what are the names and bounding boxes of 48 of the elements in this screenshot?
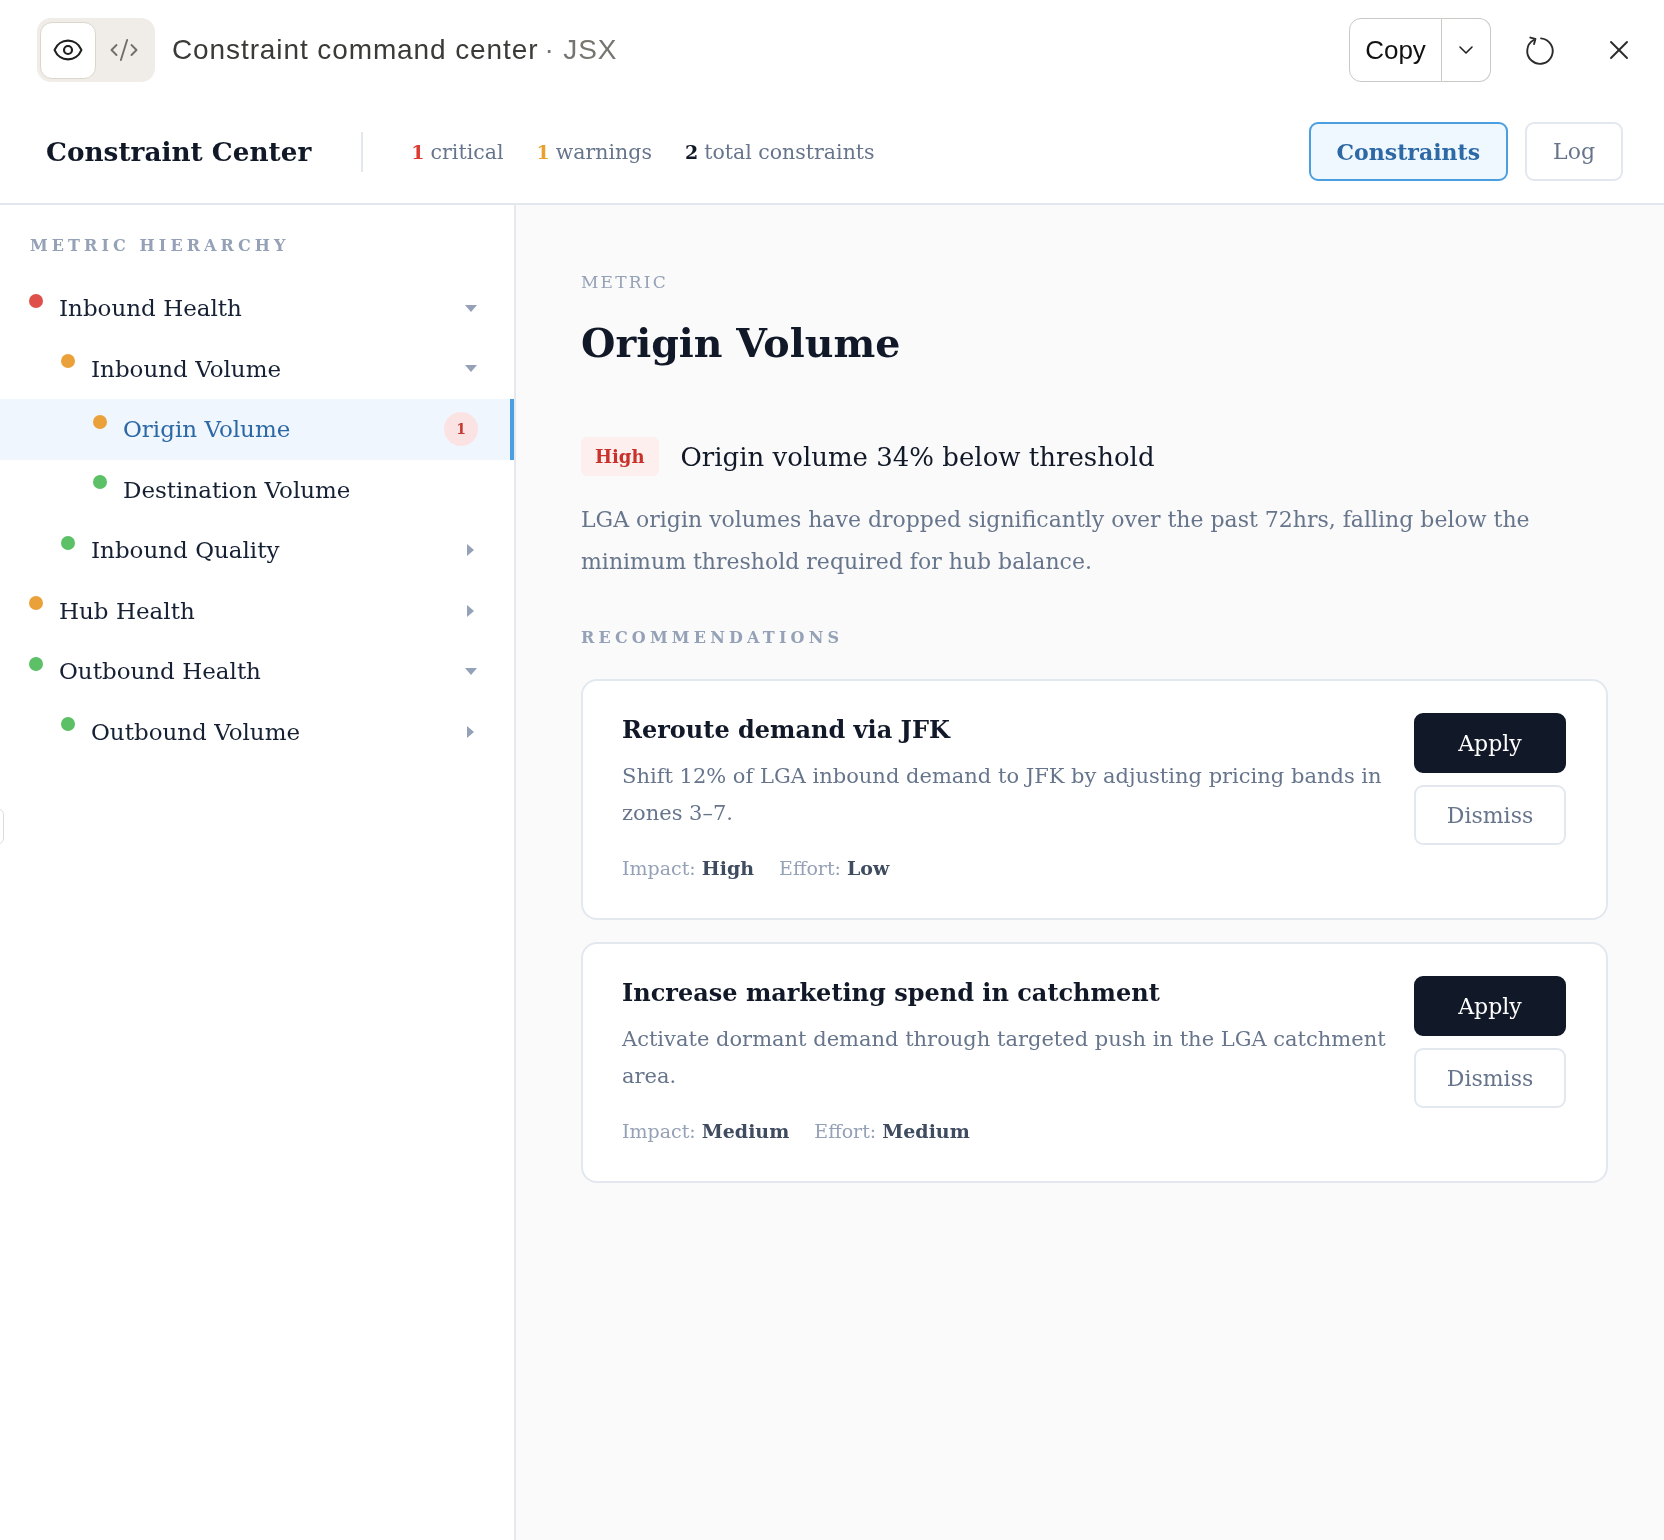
stat-label: critical bbox=[430, 139, 504, 164]
view-tab[interactable]: Log bbox=[1525, 122, 1623, 181]
recommendation-title: Increase marketing spend in catchment bbox=[622, 977, 1161, 1009]
apply-button[interactable]: Apply bbox=[1414, 976, 1566, 1036]
copy-options-button[interactable] bbox=[1442, 18, 1491, 82]
severity-badge: High bbox=[581, 437, 659, 476]
recommendation-description: Activate dormant demand through targeted push in the LGA catchment area. bbox=[622, 1026, 1386, 1090]
recommendation-description: Shift 12% of LGA inbound demand to JFK by adjusting pricing bands in zones 3–7. bbox=[622, 763, 1383, 827]
section-heading: RECOMMENDATIONS bbox=[581, 627, 845, 649]
caret-right-icon[interactable] bbox=[467, 604, 474, 617]
sidebar-heading: METRIC HIERARCHY bbox=[29, 235, 291, 257]
stat-count: 2 bbox=[684, 140, 699, 163]
preview-button[interactable] bbox=[40, 21, 96, 79]
caret-right-icon[interactable] bbox=[467, 544, 474, 557]
stat-label: warnings bbox=[555, 139, 652, 164]
copy-button[interactable]: Copy bbox=[1349, 18, 1442, 82]
document-title: Constraint command center bbox=[172, 34, 539, 66]
tree-item[interactable]: Inbound Quality bbox=[0, 520, 514, 581]
app-title: Constraint Center bbox=[46, 136, 312, 167]
caret-down-icon[interactable] bbox=[465, 667, 477, 675]
meta-text: Impact: High bbox=[622, 856, 754, 881]
meta-text: Effort: Medium bbox=[814, 1119, 970, 1144]
alert-headline: Origin volume 34% below threshold bbox=[680, 441, 1155, 472]
view-tab[interactable]: Constraints bbox=[1308, 122, 1509, 181]
caret-down-icon[interactable] bbox=[465, 304, 477, 312]
apply-button[interactable]: Apply bbox=[1414, 713, 1566, 773]
meta-text: Effort: Low bbox=[779, 856, 890, 881]
caret-down-icon[interactable] bbox=[465, 365, 477, 373]
stat-count: 1 bbox=[411, 140, 425, 163]
metric-title: Origin Volume bbox=[581, 319, 902, 368]
tree-item[interactable]: Hub Health bbox=[0, 580, 514, 641]
dismiss-button[interactable]: Dismiss bbox=[1414, 785, 1566, 845]
tree-item[interactable]: Origin Volume 1 bbox=[0, 399, 514, 460]
meta-text: Impact: Medium bbox=[622, 1119, 790, 1144]
stat-label: total constraints bbox=[704, 139, 875, 164]
recommendation-title: Reroute demand via JFK bbox=[622, 714, 952, 746]
file-type: · JSX bbox=[544, 34, 618, 66]
alert-description: LGA origin volumes have dropped significantly over the past 72hrs, falling below the minimum threshold required for hub balance. bbox=[581, 506, 1531, 576]
tree-item[interactable]: Inbound Volume bbox=[0, 338, 514, 399]
count-badge: 1 bbox=[444, 412, 478, 447]
tree-item[interactable]: Outbound Health bbox=[0, 641, 514, 702]
tree-item[interactable]: Inbound Health bbox=[0, 278, 514, 339]
caret-right-icon[interactable] bbox=[467, 725, 474, 738]
stat-count: 1 bbox=[536, 140, 550, 163]
section-label: METRIC bbox=[581, 271, 669, 293]
tree-item[interactable]: Destination Volume bbox=[0, 459, 514, 520]
dismiss-button[interactable]: Dismiss bbox=[1414, 1048, 1566, 1108]
tree-item[interactable]: Outbound Volume bbox=[0, 701, 514, 762]
